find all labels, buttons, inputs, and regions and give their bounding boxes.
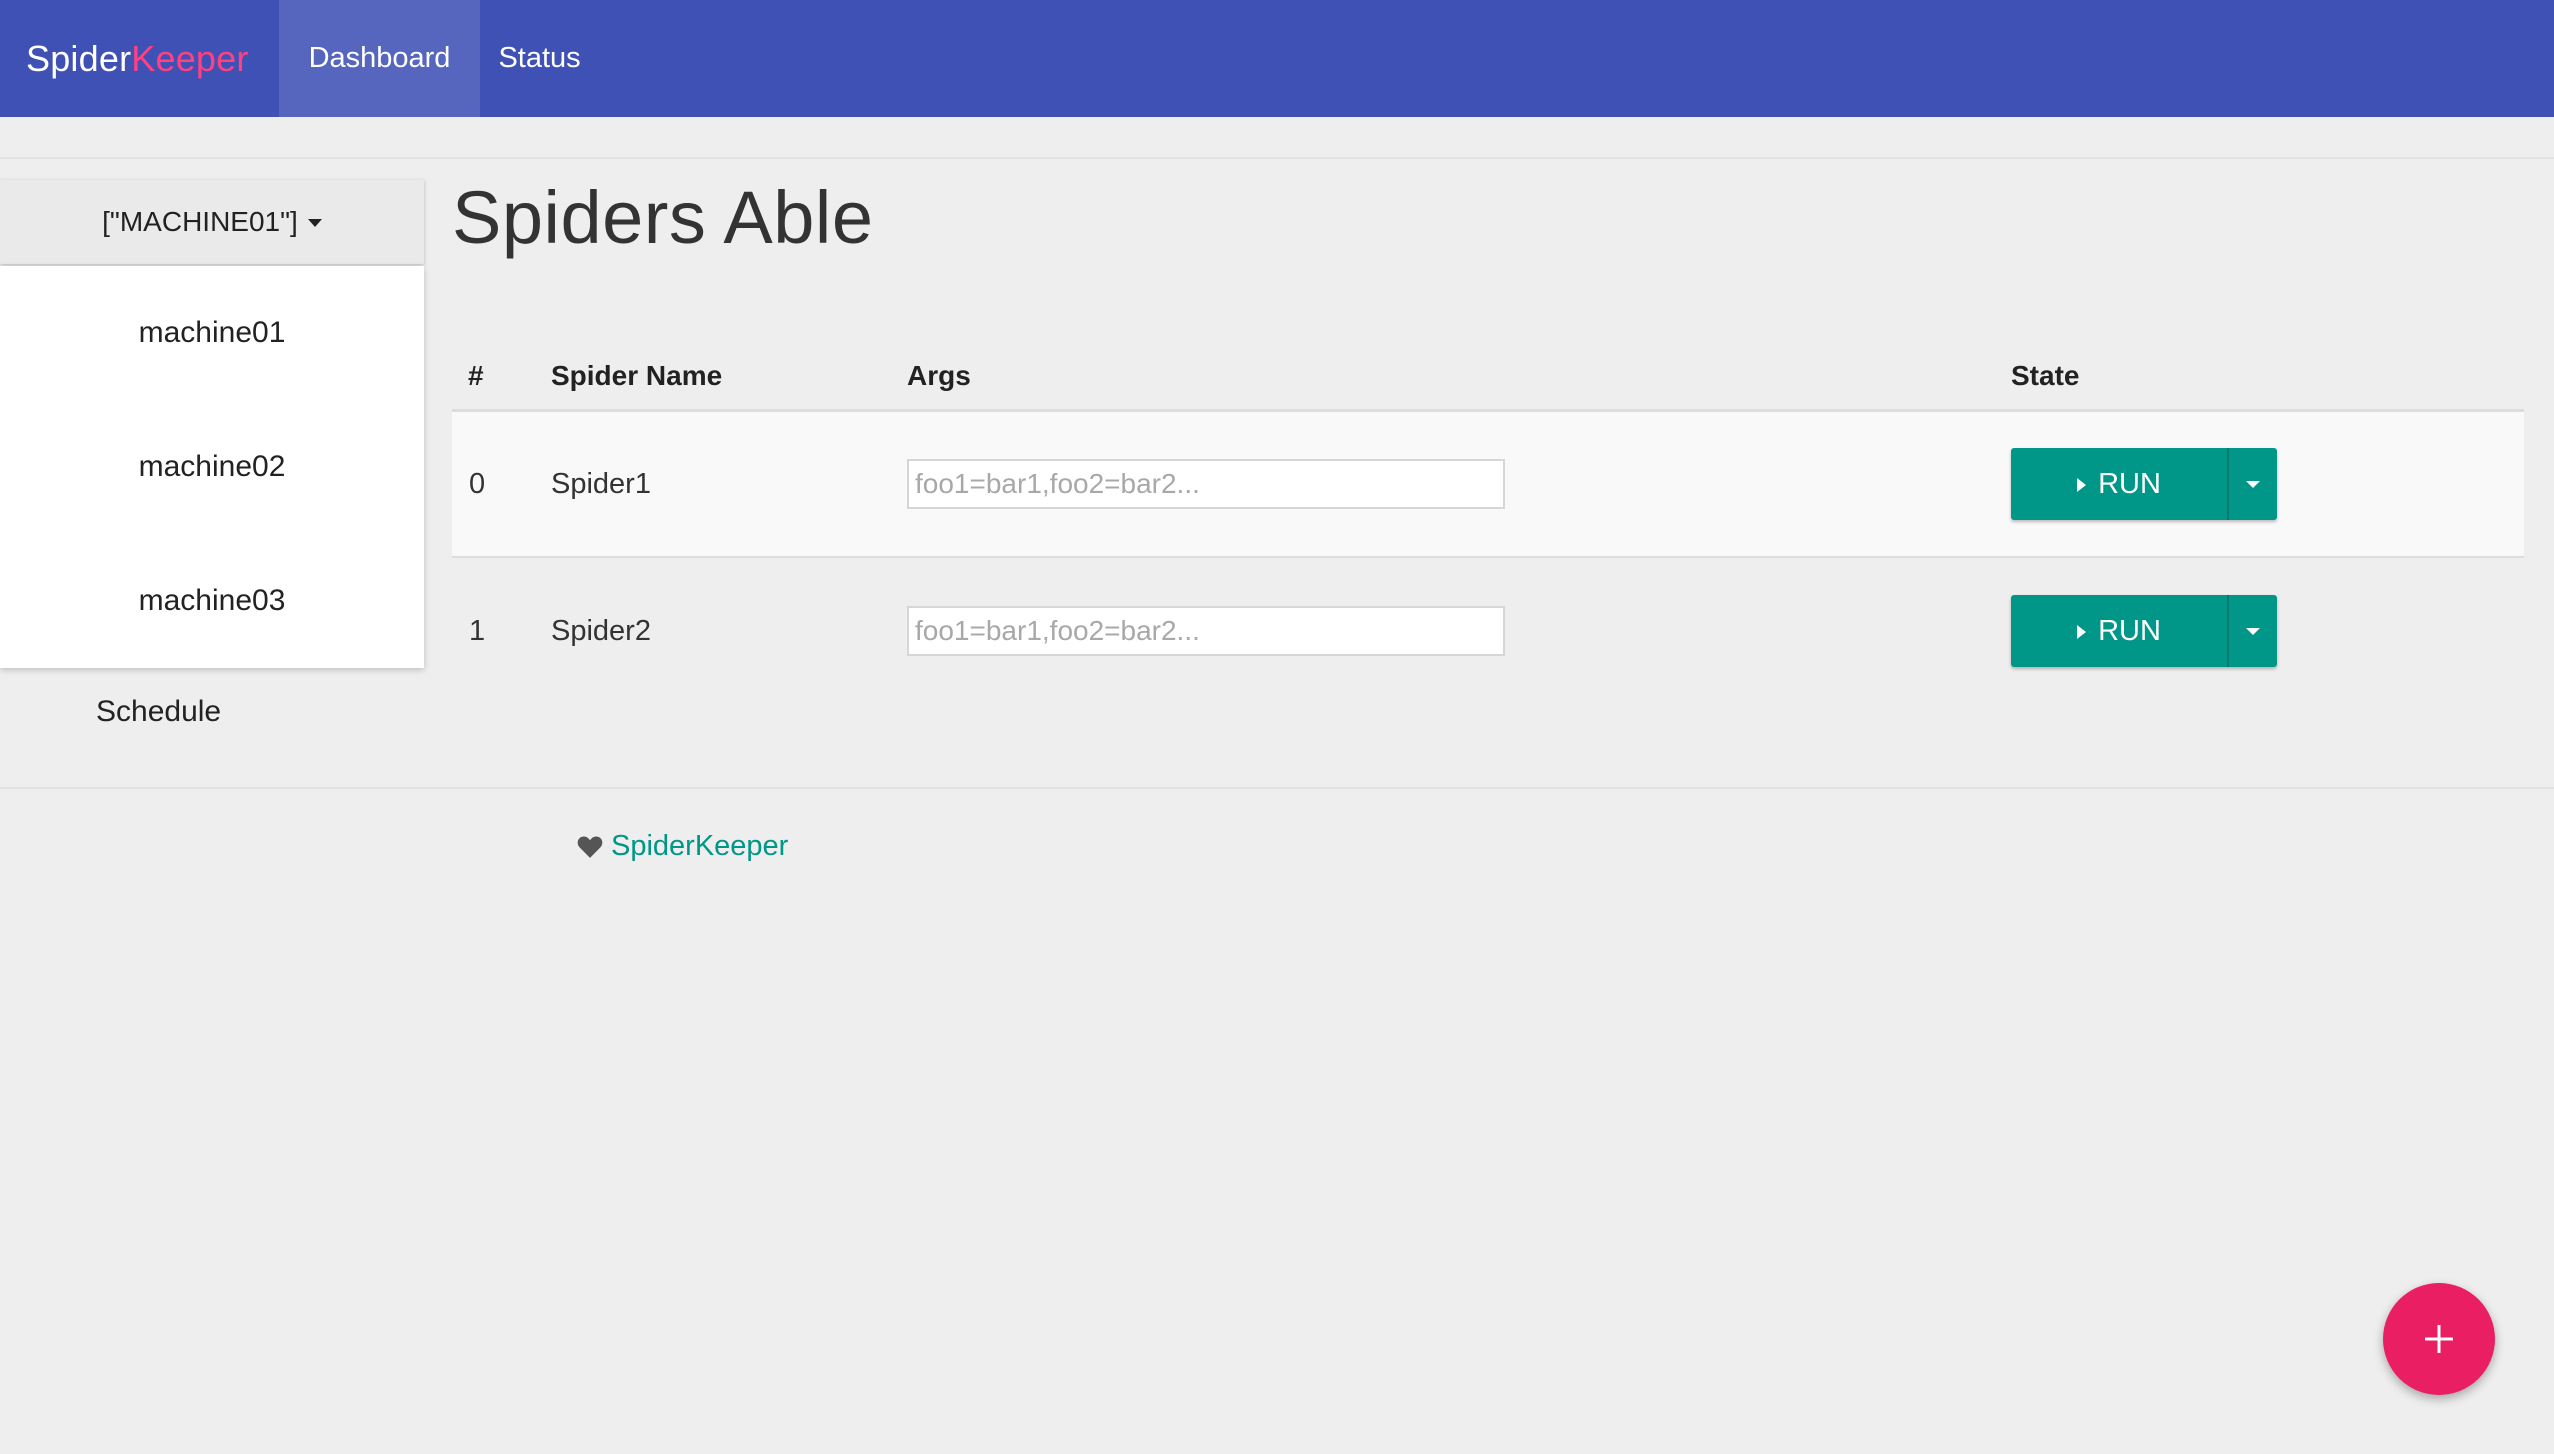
- chevron-down-icon: [2246, 627, 2260, 635]
- chevron-down-icon: [307, 219, 322, 227]
- chevron-down-icon: [2246, 480, 2260, 488]
- state-cell: RUN: [2011, 412, 2277, 556]
- column-header-state: State: [2011, 360, 2080, 391]
- machine-option-machine03[interactable]: machine03: [0, 561, 424, 641]
- machine-selector-label: ["MACHINE01"]: [102, 206, 298, 237]
- nav-item-label: Status: [498, 42, 581, 74]
- top-navbar: Spider Keeper Dashboard Status: [0, 0, 2554, 117]
- column-header-index: #: [468, 360, 484, 391]
- heart-icon: [577, 835, 603, 858]
- table-header: # Spider Name Args State: [452, 340, 2524, 412]
- machine-option-machine01[interactable]: machine01: [0, 293, 424, 373]
- spider-name: Spider2: [551, 614, 651, 647]
- machine-option-label: machine01: [138, 316, 286, 349]
- table-row: 1 Spider2 RUN: [452, 558, 2524, 704]
- machine-option-label: machine02: [138, 450, 286, 483]
- machine-dropdown-menu: machine01 machine02 machine03: [0, 266, 424, 668]
- run-button[interactable]: RUN: [2011, 448, 2227, 520]
- spider-name: Spider1: [551, 467, 651, 500]
- column-header-args: Args: [907, 360, 971, 391]
- run-button-label: RUN: [2098, 467, 2161, 500]
- brand-logo[interactable]: Spider Keeper: [0, 0, 279, 117]
- run-options-toggle[interactable]: [2227, 448, 2277, 520]
- row-index: 0: [469, 467, 486, 500]
- footer-divider: [0, 787, 2554, 789]
- column-header-spider-name: Spider Name: [551, 360, 723, 391]
- run-button-group: RUN: [2011, 595, 2277, 667]
- spiders-table: # Spider Name Args State 0 Spider1 RUN 1…: [452, 340, 2524, 704]
- play-icon: [2077, 478, 2087, 492]
- sidebar-item-schedule[interactable]: Schedule: [96, 695, 221, 729]
- run-button-group: RUN: [2011, 448, 2277, 520]
- args-input[interactable]: [907, 606, 1505, 656]
- brand-text-keeper: Keeper: [131, 37, 249, 79]
- args-input[interactable]: [907, 459, 1505, 509]
- page-title: Spiders Able: [452, 176, 874, 259]
- nav-item-dashboard[interactable]: Dashboard: [278, 0, 481, 117]
- play-icon: [2077, 625, 2087, 639]
- nav-item-status[interactable]: Status: [480, 0, 610, 117]
- footer-link-spiderkeeper[interactable]: SpiderKeeper: [611, 830, 788, 863]
- run-button[interactable]: RUN: [2011, 595, 2227, 667]
- brand-text-spider: Spider: [26, 37, 132, 79]
- machine-option-label: machine03: [138, 584, 286, 617]
- run-button-label: RUN: [2098, 614, 2161, 647]
- row-index: 1: [469, 614, 486, 647]
- state-cell: RUN: [2011, 558, 2277, 704]
- footer: SpiderKeeper: [577, 830, 788, 863]
- args-cell: [907, 558, 1505, 704]
- add-fab-button[interactable]: [2383, 1283, 2495, 1395]
- args-cell: [907, 412, 1505, 556]
- machine-option-machine02[interactable]: machine02: [0, 427, 424, 507]
- nav-item-label: Dashboard: [308, 42, 451, 74]
- plus-icon: [2425, 1325, 2453, 1353]
- table-row: 0 Spider1 RUN: [452, 412, 2524, 558]
- divider: [0, 157, 2554, 159]
- run-options-toggle[interactable]: [2227, 595, 2277, 667]
- machine-selector-dropdown[interactable]: ["MACHINE01"]: [0, 180, 424, 264]
